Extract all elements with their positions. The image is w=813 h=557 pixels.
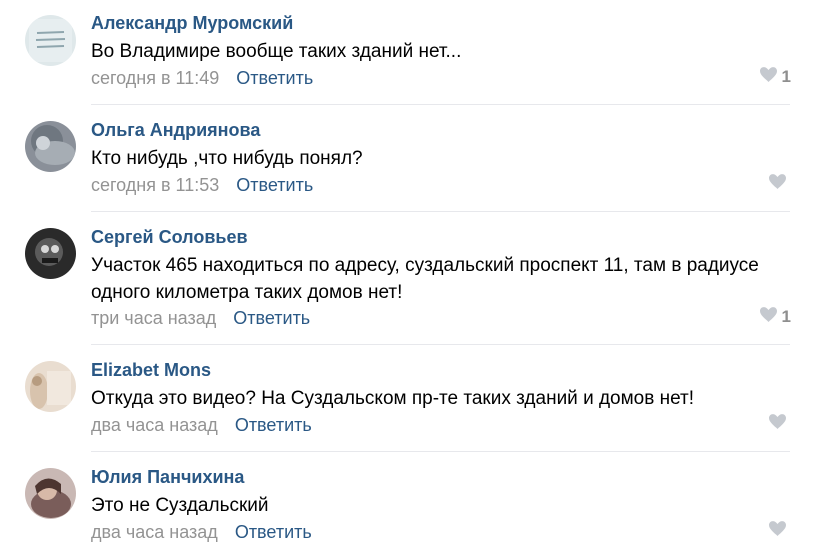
like-button[interactable]: 1	[759, 67, 791, 87]
comment-meta: два часа назад Ответить	[91, 415, 312, 436]
divider	[91, 344, 790, 345]
like-count: 1	[781, 307, 791, 326]
avatar[interactable]	[25, 15, 76, 66]
avatar[interactable]	[25, 468, 76, 519]
comment-time[interactable]: три часа назад	[91, 308, 216, 328]
avatar[interactable]	[25, 228, 76, 279]
comment-time[interactable]: два часа назад	[91, 415, 218, 435]
comment-meta: сегодня в 11:49 Ответить	[91, 68, 313, 89]
comment-time[interactable]: сегодня в 11:49	[91, 68, 219, 88]
like-button[interactable]	[769, 521, 791, 541]
reply-link[interactable]: Ответить	[236, 175, 313, 195]
heart-icon	[769, 174, 786, 194]
like-button[interactable]	[769, 174, 791, 194]
avatar[interactable]	[25, 121, 76, 172]
comment-time[interactable]: сегодня в 11:53	[91, 175, 219, 195]
comment-author[interactable]: Юлия Панчихина	[91, 467, 244, 488]
comment-text: Участок 465 находиться по адресу, суздал…	[91, 255, 759, 303]
comment-author[interactable]: Александр Муромский	[91, 13, 293, 34]
heart-icon	[769, 414, 786, 434]
comment-meta: сегодня в 11:53 Ответить	[91, 175, 313, 196]
comment-author[interactable]: Elizabet Mons	[91, 360, 211, 381]
reply-link[interactable]: Ответить	[233, 308, 310, 328]
comment-time[interactable]: два часа назад	[91, 522, 218, 542]
avatar[interactable]	[25, 361, 76, 412]
comment-meta: три часа назад Ответить	[91, 308, 310, 329]
heart-icon	[759, 67, 777, 87]
like-count: 1	[781, 67, 791, 86]
comment-text: Это не Суздальский	[91, 495, 269, 516]
heart-icon	[759, 307, 777, 327]
divider	[91, 211, 790, 212]
comment-text: Во Владимире вообще таких зданий нет...	[91, 41, 462, 62]
reply-link[interactable]: Ответить	[235, 415, 312, 435]
comment-text: Откуда это видео? На Суздальском пр-те т…	[91, 388, 695, 409]
comment-author[interactable]: Ольга Андриянова	[91, 120, 260, 141]
comment-meta: два часа назад Ответить	[91, 522, 312, 543]
comment-text: Кто нибудь ,что нибудь понял?	[91, 148, 363, 169]
heart-icon	[769, 521, 786, 541]
divider	[91, 451, 790, 452]
like-button[interactable]	[769, 414, 791, 434]
reply-link[interactable]: Ответить	[235, 522, 312, 542]
reply-link[interactable]: Ответить	[236, 68, 313, 88]
comment-author[interactable]: Сергей Соловьев	[91, 227, 248, 248]
divider	[91, 104, 790, 105]
like-button[interactable]: 1	[759, 307, 791, 327]
